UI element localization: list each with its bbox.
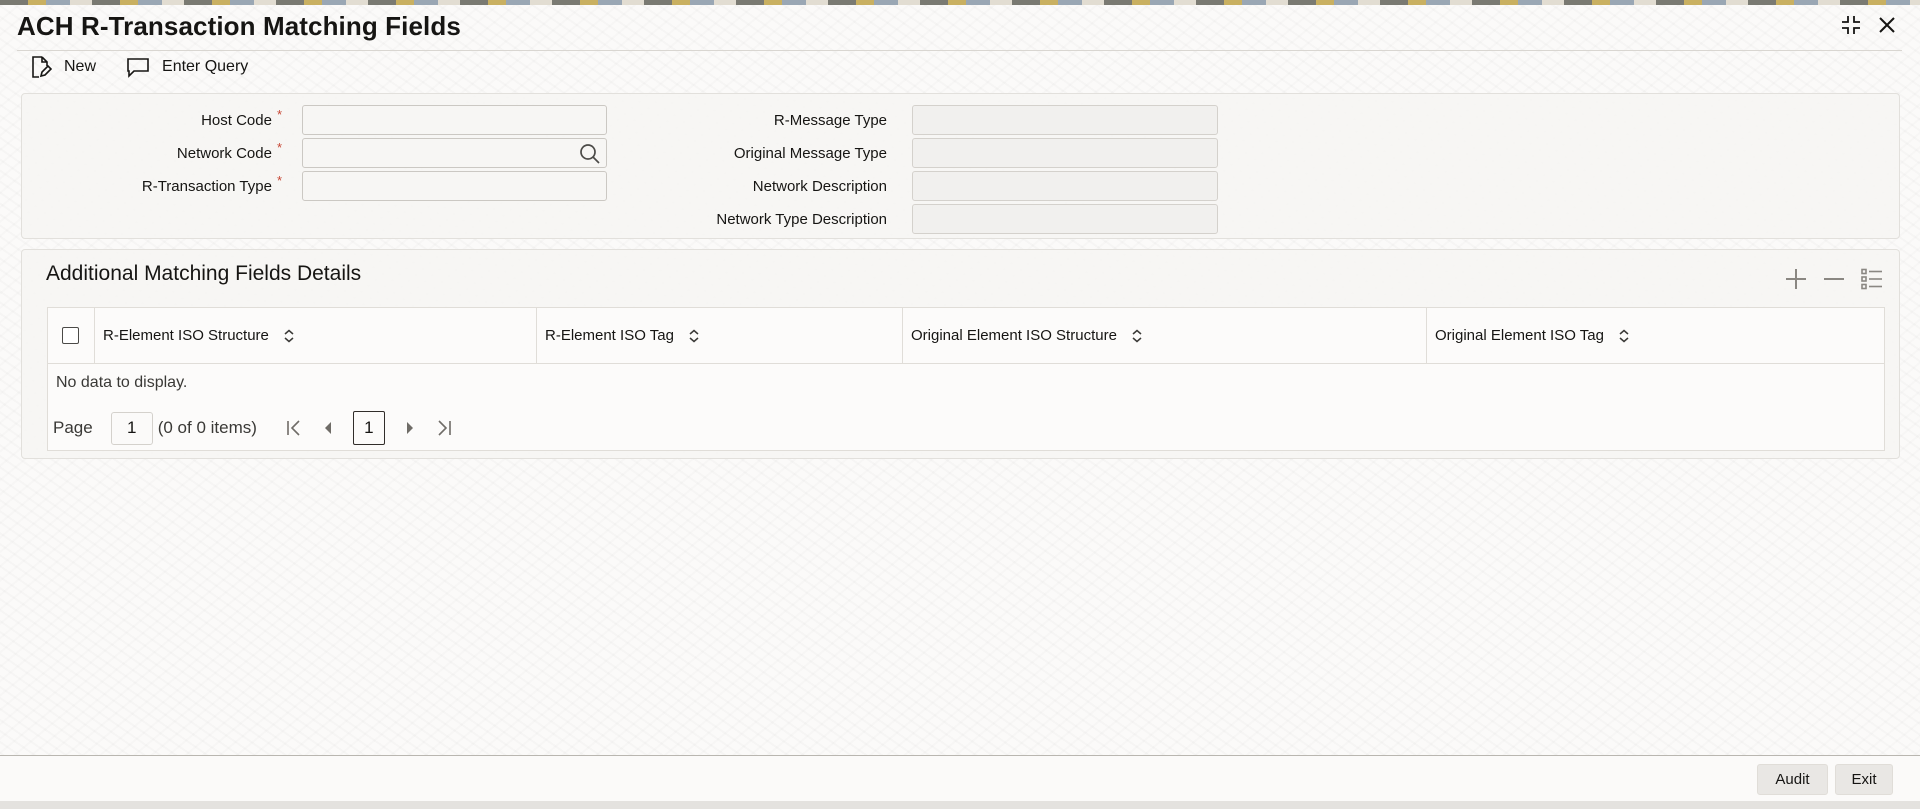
host-code-label-row: Host Code * xyxy=(22,105,282,135)
original-message-type-label-row: Original Message Type xyxy=(622,138,887,168)
column-label: R-Element ISO Structure xyxy=(103,327,269,344)
original-message-type-field xyxy=(912,138,1218,168)
previous-page-icon xyxy=(324,422,331,434)
new-document-icon xyxy=(32,56,52,78)
maximize-icon xyxy=(1842,16,1860,34)
required-mark: * xyxy=(276,139,282,155)
matching-fields-panel: Additional Matching Fields Details R-Ele… xyxy=(21,249,1900,459)
column-header-r-element-iso-structure[interactable]: R-Element ISO Structure xyxy=(95,308,537,363)
bottom-bar xyxy=(0,801,1920,809)
first-page-button[interactable] xyxy=(285,417,303,439)
first-page-icon xyxy=(287,420,300,436)
enter-query-button[interactable]: Enter Query xyxy=(126,56,248,78)
new-button[interactable]: New xyxy=(28,55,96,79)
column-label: R-Element ISO Tag xyxy=(545,327,674,344)
last-page-icon xyxy=(438,420,451,436)
pagination: Page (0 of 0 items) 1 xyxy=(53,411,453,445)
window-controls xyxy=(1840,14,1898,36)
add-row-button[interactable] xyxy=(1783,266,1809,292)
enter-query-label: Enter Query xyxy=(162,58,249,75)
title-divider xyxy=(17,50,1902,51)
empty-table-message: No data to display. xyxy=(56,374,188,391)
column-header-original-element-iso-tag[interactable]: Original Element ISO Tag xyxy=(1427,308,1884,363)
previous-page-button[interactable] xyxy=(319,417,337,439)
network-type-description-field xyxy=(912,204,1218,234)
r-message-type-label: R-Message Type xyxy=(773,111,887,129)
minus-icon xyxy=(1824,278,1844,280)
sort-icon[interactable] xyxy=(1131,329,1143,343)
original-message-type-label: Original Message Type xyxy=(733,144,887,162)
network-type-description-label-row: Network Type Description xyxy=(622,204,887,234)
last-page-button[interactable] xyxy=(435,417,453,439)
network-code-input[interactable] xyxy=(302,138,607,168)
network-description-label-row: Network Description xyxy=(622,171,887,201)
form-panel: Host Code * Network Code * R-Transaction… xyxy=(21,93,1900,239)
matching-fields-table: R-Element ISO Structure R-Element ISO Ta… xyxy=(47,307,1885,451)
host-code-input[interactable] xyxy=(302,105,607,135)
r-transaction-type-label: R-Transaction Type xyxy=(141,177,272,195)
sort-icon[interactable] xyxy=(1618,329,1630,343)
next-page-icon xyxy=(406,422,413,434)
table-header: R-Element ISO Structure R-Element ISO Ta… xyxy=(48,308,1884,364)
close-button[interactable] xyxy=(1876,14,1898,36)
r-transaction-type-input[interactable] xyxy=(302,171,607,201)
page-number-input[interactable] xyxy=(110,411,153,445)
maximize-button[interactable] xyxy=(1840,14,1862,36)
new-button-label: New xyxy=(64,58,97,75)
single-record-view-button[interactable] xyxy=(1859,266,1885,292)
delete-row-button[interactable] xyxy=(1821,266,1847,292)
select-all-checkbox[interactable] xyxy=(62,327,79,344)
column-label: Original Element ISO Tag xyxy=(1435,327,1604,344)
network-code-label-row: Network Code * xyxy=(22,138,282,168)
toolbar: New Enter Query xyxy=(28,54,278,80)
column-header-original-element-iso-structure[interactable]: Original Element ISO Structure xyxy=(903,308,1427,363)
r-transaction-type-label-row: R-Transaction Type * xyxy=(22,171,282,201)
network-description-label: Network Description xyxy=(752,177,887,195)
window-title: ACH R-Transaction Matching Fields xyxy=(17,11,461,41)
network-code-label: Network Code xyxy=(176,144,272,162)
network-description-field xyxy=(912,171,1218,201)
search-icon[interactable] xyxy=(579,143,601,165)
r-message-type-label-row: R-Message Type xyxy=(622,105,887,135)
items-count: (0 of 0 items) xyxy=(157,418,257,437)
current-page-button[interactable]: 1 xyxy=(352,411,385,445)
footer: Audit Exit xyxy=(0,756,1920,801)
required-mark: * xyxy=(276,172,282,188)
sort-icon[interactable] xyxy=(283,329,295,343)
column-label: Original Element ISO Structure xyxy=(911,327,1117,344)
exit-button[interactable]: Exit xyxy=(1835,764,1893,795)
audit-button[interactable]: Audit xyxy=(1757,764,1828,795)
required-mark: * xyxy=(276,106,282,122)
sort-icon[interactable] xyxy=(688,329,700,343)
list-icon xyxy=(1861,268,1882,290)
column-header-r-element-iso-tag[interactable]: R-Element ISO Tag xyxy=(537,308,903,363)
speech-bubble-icon xyxy=(127,58,149,78)
pager-navigation: 1 xyxy=(285,411,453,445)
host-code-label: Host Code xyxy=(201,111,272,129)
plus-icon xyxy=(1786,269,1806,289)
grid-actions xyxy=(1783,266,1885,292)
r-message-type-field xyxy=(912,105,1218,135)
network-type-description-label: Network Type Description xyxy=(716,210,887,228)
next-page-button[interactable] xyxy=(401,417,419,439)
top-decorative-strip xyxy=(0,0,1920,5)
section-title: Additional Matching Fields Details xyxy=(46,262,362,285)
close-icon xyxy=(1879,17,1895,33)
select-all-header xyxy=(48,308,95,363)
page-label: Page xyxy=(53,418,93,437)
